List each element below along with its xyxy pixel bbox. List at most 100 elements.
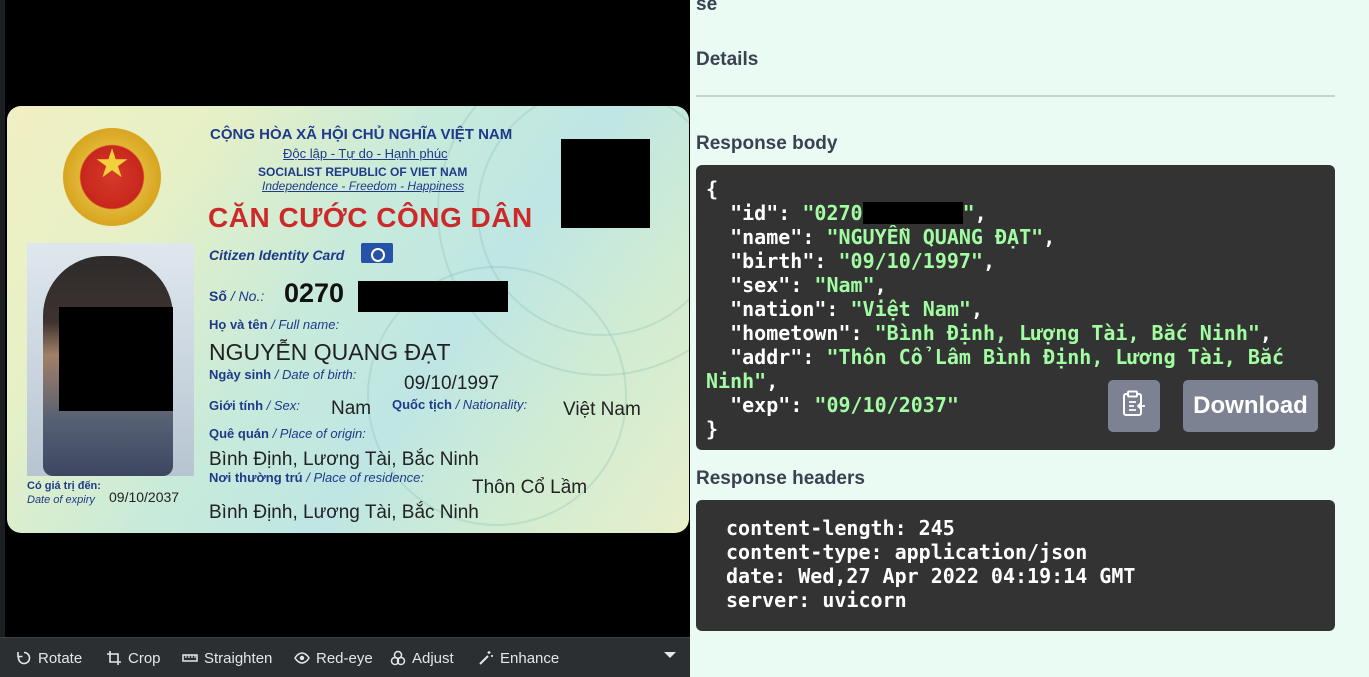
json-value-exp: "09/10/2037" [814,393,959,417]
sex-label-vi: Giới tính [209,398,264,413]
section-divider [696,95,1335,97]
eye-icon [294,650,310,666]
adjust-label: Adjust [412,649,454,667]
dob-label: Ngày sinh / Date of birth: [209,367,356,382]
nationality-label: Quốc tịch / Nationality: [392,397,527,412]
json-value-addr-line2: Ninh" [706,369,767,393]
json-key-sex: "sex" [730,273,791,297]
crop-button[interactable]: Crop [106,648,161,668]
editor-toolbar: Rotate Crop Straighten Red-eye Adjust En… [0,637,690,677]
response-headers-heading: Response headers [696,468,865,489]
crop-label: Crop [128,649,161,667]
id-label-vi: Số [209,288,227,304]
expiry-label: Có giá trị đến: [27,480,101,492]
header-server: server: uvicorn [726,588,907,612]
card-motto: Độc lập - Tự do - Hạnh phúc [283,146,448,161]
expiry-label-en-wrap: Date of expiry [27,494,95,506]
card-origin: Bình Định, Lương Tài, Bắc Ninh [209,449,479,470]
json-value-sex: "Nam" [814,273,875,297]
image-viewer: ★ CỘNG HÒA XÃ HỘI CHỦ NGHĨA VIỆT NAM Độc… [0,0,690,677]
response-panel: se Details Response body { "id": "0270 ",… [690,0,1369,677]
id-label: Số / No.: [209,288,264,304]
json-value-name: "NGUYỄN QUANG ĐẠT" [826,225,1044,249]
redeye-label: Red-eye [316,649,373,667]
card-residence-line2: Bình Định, Lương Tài, Bắc Ninh [209,502,479,523]
card-national-title-en: SOCIALIST REPUBLIC OF VIET NAM [258,165,468,179]
nationality-label-vi: Quốc tịch [392,397,452,412]
json-value-birth: "09/10/1997" [838,249,983,273]
residence-label-vi: Nơi thường trú [209,470,303,485]
card-dob: 09/10/1997 [404,373,500,394]
json-key-exp: "exp" [730,393,791,417]
expiry-label-en: Date of expiry [27,494,95,506]
card-motto-en: Independence - Freedom - Happiness [262,179,465,193]
straighten-label: Straighten [204,649,273,667]
card-chip-icon [361,243,393,263]
json-key-nation: "nation" [730,297,827,321]
copy-to-clipboard-button[interactable] [1108,380,1160,432]
residence-label: Nơi thường trú / Place of residence: [209,470,424,485]
redaction-id-number [358,281,508,312]
window-edge [0,0,5,677]
adjust-icon [390,650,406,666]
json-key-id: "id" [730,201,779,225]
residence-label-en: / Place of residence: [306,470,425,485]
download-button[interactable]: Download [1183,380,1318,432]
straighten-icon [182,650,198,666]
json-key-birth: "birth" [730,249,815,273]
name-label-vi: Họ và tên [209,317,268,332]
card-title: CĂN CƯỚC CÔNG DÂN [208,202,533,233]
json-close-brace: } [706,417,719,441]
id-label-en: / No.: [230,288,265,304]
sex-label-en: / Sex: [266,398,300,413]
header-date: date: Wed,27 Apr 2022 04:19:14 GMT [726,564,1136,588]
origin-label: Quê quán / Place of origin: [209,426,366,441]
crop-icon [106,650,122,666]
id-number: 0270 [284,278,345,308]
response-heading-partial: se [696,0,718,15]
card-title-en: Citizen Identity Card [209,247,345,263]
json-value-hometown: "Bình Định, Lượng Tài, Băć Ninh" [874,321,1260,345]
more-tools-chevron-icon[interactable] [664,652,676,658]
rotate-icon [16,650,32,666]
origin-label-vi: Quê quán [209,426,269,441]
json-value-id-prefix: "0270 [802,201,863,225]
redaction-face [59,307,173,411]
nationality-label-en: / Nationality: [455,397,528,412]
card-expiry: 09/10/2037 [109,489,180,505]
header-content-length: content-length: 245 [726,516,955,540]
card-name: NGUYỄN QUANG ĐẠT [209,339,451,365]
header-content-type: content-type: application/json [726,540,1088,564]
national-emblem-icon: ★ [63,128,161,226]
straighten-button[interactable]: Straighten [182,648,272,668]
card-national-title: CỘNG HÒA XÃ HỘI CHỦ NGHĨA VIỆT NAM [210,126,513,143]
name-label: Họ và tên / Full name: [209,317,339,332]
card-nationality: Việt Nam [563,399,641,420]
json-open-brace: { [706,177,719,201]
magic-wand-icon [478,650,494,666]
card-residence-line1: Thôn Cổ Lầm [472,477,588,498]
dob-label-en: / Date of birth: [274,367,357,382]
origin-label-en: / Place of origin: [272,426,366,441]
details-heading: Details [696,49,759,70]
json-value-addr-line1: "Thôn Cổ Lâm Bình Định, Lương Tài, Bắc [826,345,1284,369]
response-headers-code: content-length: 245 content-type: applic… [726,516,1135,612]
name-label-en: / Full name: [271,317,340,332]
card-sex: Nam [331,398,372,419]
json-key-name: "name" [730,225,803,249]
response-body-heading: Response body [696,133,838,154]
json-value-id-suffix: " [962,201,975,225]
redaction-json-id [862,202,963,224]
enhance-label: Enhance [500,649,560,667]
json-value-id: "0270 " [802,201,974,225]
adjust-button[interactable]: Adjust [390,648,454,668]
json-value-nation: "Việt Nam" [850,297,971,321]
redaction-qr [561,139,650,228]
enhance-button[interactable]: Enhance [478,648,559,668]
redeye-button[interactable]: Red-eye [294,648,373,668]
dob-label-vi: Ngày sinh [209,367,272,382]
json-key-hometown: "hometown" [730,321,851,345]
rotate-label: Rotate [38,649,83,667]
clipboard-icon [1121,390,1147,423]
rotate-button[interactable]: Rotate [16,648,82,668]
